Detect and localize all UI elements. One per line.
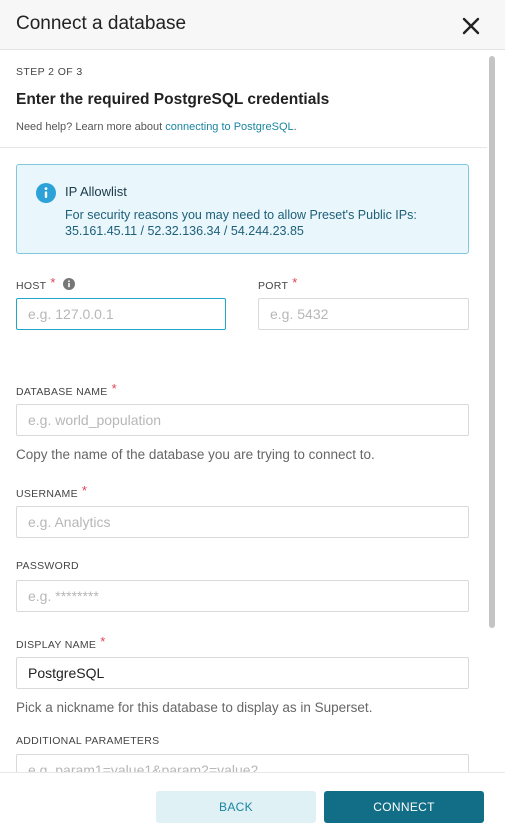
- required-marker: *: [100, 634, 106, 649]
- required-marker: *: [111, 381, 117, 396]
- connect-button[interactable]: CONNECT: [324, 791, 484, 823]
- host-label-text: HOST: [16, 280, 47, 292]
- username-input[interactable]: [16, 506, 469, 538]
- host-label: HOST *: [16, 275, 75, 292]
- help-suffix: .: [293, 121, 297, 133]
- database-name-helper: Copy the name of the database you are tr…: [16, 447, 375, 462]
- port-input[interactable]: [258, 298, 469, 330]
- ip-allowlist-alert: IP Allowlist For security reasons you ma…: [16, 164, 469, 254]
- modal-header: Connect a database: [0, 0, 505, 50]
- display-name-input[interactable]: [16, 657, 469, 689]
- alert-body: For security reasons you may need to all…: [65, 207, 465, 239]
- username-label-text: USERNAME: [16, 488, 78, 500]
- help-link[interactable]: connecting to PostgreSQL: [165, 121, 293, 133]
- database-name-label: DATABASE NAME *: [16, 381, 117, 398]
- password-label-text: PASSWORD: [16, 560, 79, 572]
- database-name-label-text: DATABASE NAME: [16, 386, 108, 398]
- divider: [0, 147, 487, 148]
- step-indicator: STEP 2 OF 3: [16, 66, 83, 78]
- required-marker: *: [81, 483, 88, 498]
- password-input[interactable]: [16, 580, 469, 612]
- connect-database-modal: Connect a database STEP 2 OF 3 Enter the…: [0, 0, 505, 840]
- alert-ip-list: 35.161.45.11 / 52.32.136.34 / 54.244.23.…: [65, 224, 304, 238]
- modal-title: Connect a database: [16, 13, 187, 34]
- alert-body-line-1: For security reasons you may need to all…: [65, 208, 417, 222]
- port-label-text: PORT: [258, 280, 289, 292]
- scrollbar-thumb[interactable]: [489, 56, 495, 628]
- alert-title: IP Allowlist: [65, 184, 127, 199]
- back-button[interactable]: BACK: [156, 791, 316, 823]
- required-marker: *: [292, 275, 298, 290]
- password-label: PASSWORD: [16, 560, 79, 572]
- display-name-label-text: DISPLAY NAME: [16, 639, 97, 651]
- required-marker: *: [50, 275, 56, 290]
- info-tooltip-icon[interactable]: [62, 278, 75, 290]
- host-input[interactable]: [16, 298, 226, 330]
- username-label: USERNAME *: [16, 483, 88, 500]
- help-prefix: Need help? Learn more about: [16, 121, 166, 133]
- additional-parameters-label: ADDITIONAL PARAMETERS: [16, 735, 159, 747]
- port-label: PORT *: [258, 275, 298, 292]
- additional-parameters-label-text: ADDITIONAL PARAMETERS: [16, 735, 160, 747]
- close-icon: [462, 17, 480, 35]
- help-text: Need help? Learn more about connecting t…: [16, 121, 297, 133]
- display-name-helper: Pick a nickname for this database to dis…: [16, 700, 373, 715]
- section-title: Enter the required PostgreSQL credential…: [16, 91, 330, 108]
- close-button[interactable]: [458, 14, 484, 38]
- database-name-input[interactable]: [16, 404, 469, 436]
- display-name-label: DISPLAY NAME *: [16, 634, 106, 651]
- modal-footer: BACK CONNECT: [0, 772, 505, 840]
- info-circle-icon: [36, 183, 56, 203]
